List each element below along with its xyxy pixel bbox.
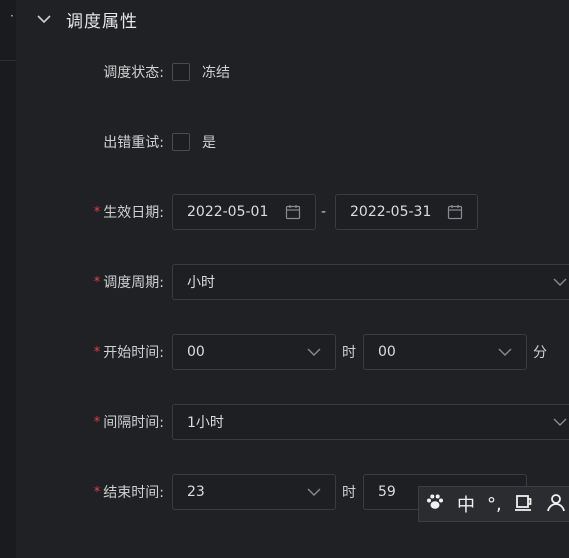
interval-value: 1小时 (187, 415, 224, 431)
status-label: 调度状态: (103, 65, 164, 81)
row-interval: * 间隔时间: 1小时 (0, 402, 569, 442)
chevron-down-icon (553, 277, 567, 287)
cycle-label: * 调度周期: (93, 274, 164, 292)
mug-icon[interactable] (514, 492, 534, 517)
chevron-down-icon (307, 347, 321, 357)
calendar-icon (285, 204, 301, 220)
start-minute-select[interactable]: 00 (363, 334, 527, 370)
row-status: 调度状态: 冻结 (0, 52, 569, 92)
chevron-down-icon (307, 487, 321, 497)
required-asterisk: * (93, 274, 101, 290)
ime-lang-toggle[interactable]: 中 (457, 491, 475, 517)
status-option-label[interactable]: 冻结 (202, 62, 230, 82)
retry-label: 出错重试: (103, 135, 164, 151)
paw-icon[interactable] (425, 492, 445, 517)
required-asterisk: * (93, 204, 101, 220)
section-title: 调度属性 (66, 11, 138, 32)
required-asterisk: * (93, 414, 101, 430)
ime-toolbar[interactable]: 中 °, (418, 486, 569, 522)
date-range-separator: - (321, 204, 327, 220)
required-asterisk: * (93, 484, 101, 500)
start-minute-value: 00 (378, 344, 396, 360)
interval-label: * 间隔时间: (93, 414, 164, 432)
end-hour-select[interactable]: 23 (172, 474, 336, 510)
chevron-down-icon[interactable] (36, 11, 52, 27)
cycle-select[interactable]: 小时 (172, 264, 569, 300)
effective-date-label: * 生效日期: (93, 204, 164, 222)
hour-unit: 时 (342, 485, 356, 501)
start-date-value: 2022-05-01 (187, 204, 269, 220)
end-minute-value: 59 (378, 484, 396, 500)
end-hour-value: 23 (187, 484, 205, 500)
chevron-down-icon (553, 417, 567, 427)
end-date-value: 2022-05-31 (350, 204, 432, 220)
minute-unit: 分 (533, 345, 547, 361)
row-start-time: * 开始时间: 00 时 00 分 (0, 332, 569, 372)
hour-unit: 时 (342, 345, 356, 361)
punctuation-icon[interactable]: °, (487, 494, 502, 515)
cycle-value: 小时 (187, 275, 215, 291)
status-checkbox[interactable] (172, 63, 190, 81)
start-date-input[interactable]: 2022-05-01 (172, 194, 316, 230)
end-time-label: * 结束时间: (93, 484, 164, 502)
calendar-icon (447, 204, 463, 220)
chevron-down-icon (498, 347, 512, 357)
section-header[interactable]: 调度属性 (36, 6, 138, 32)
row-effective-date: * 生效日期: 2022-05-01 - 2022-05-31 (0, 192, 569, 232)
required-asterisk: * (93, 344, 101, 360)
retry-option-label[interactable]: 是 (202, 132, 216, 152)
start-time-label: * 开始时间: (93, 344, 164, 362)
end-date-input[interactable]: 2022-05-31 (335, 194, 478, 230)
interval-select[interactable]: 1小时 (172, 404, 569, 440)
start-hour-select[interactable]: 00 (172, 334, 336, 370)
user-icon[interactable] (546, 492, 566, 517)
retry-checkbox[interactable] (172, 133, 190, 151)
start-hour-value: 00 (187, 344, 205, 360)
row-retry: 出错重试: 是 (0, 122, 569, 162)
edge-dot-icon: · (10, 9, 14, 23)
row-cycle: * 调度周期: 小时 (0, 262, 569, 302)
